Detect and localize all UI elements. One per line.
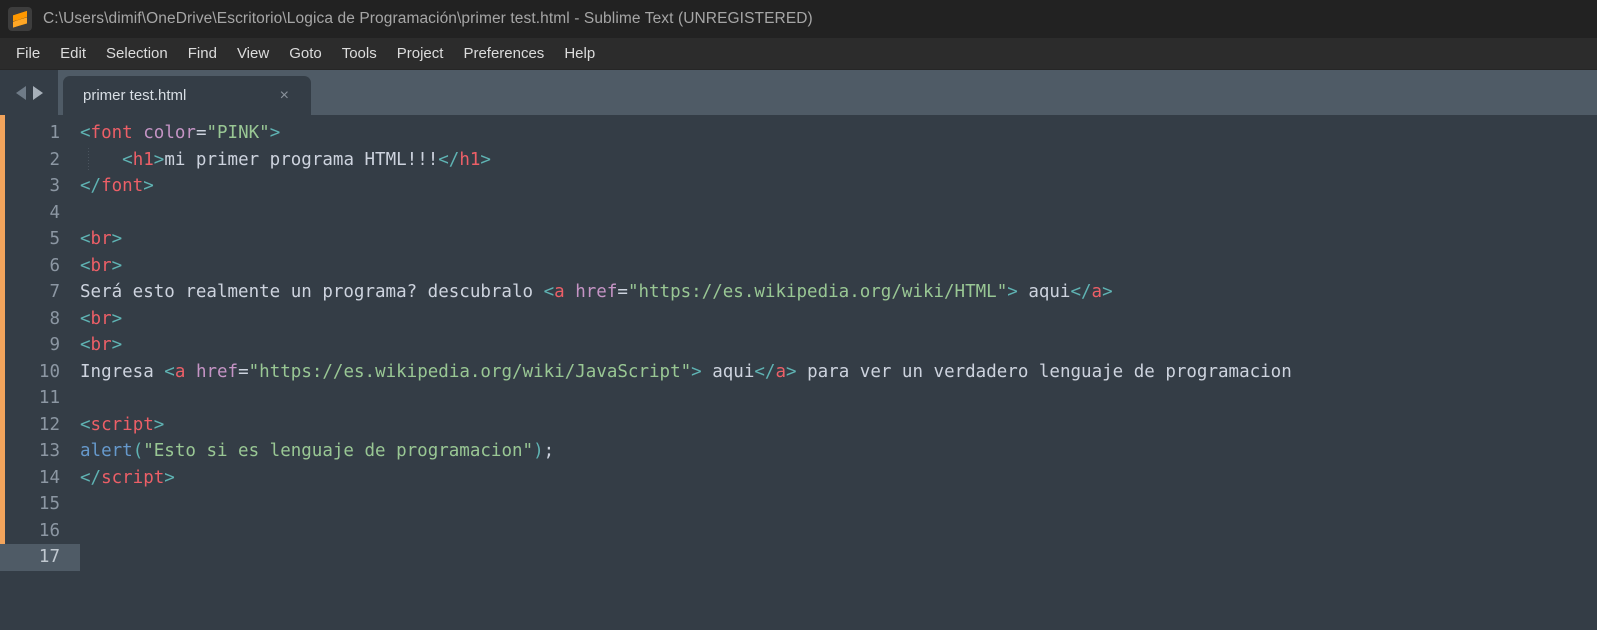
line-number: 15 xyxy=(38,494,60,514)
code-line[interactable]: 4 xyxy=(0,200,1597,227)
code-line[interactable]: 14 </script> xyxy=(0,465,1597,492)
line-number: 1 xyxy=(49,123,60,143)
line-number: 4 xyxy=(49,202,60,223)
code-line[interactable]: 11 xyxy=(0,385,1597,412)
line-content: </script> xyxy=(80,467,175,488)
menu-item-view[interactable]: View xyxy=(227,41,279,66)
sublime-text-logo-icon xyxy=(8,7,32,31)
menu-item-file[interactable]: File xyxy=(6,41,50,66)
line-number: 5 xyxy=(49,229,60,249)
line-content: <br> xyxy=(80,335,123,355)
tab-navigation xyxy=(0,70,58,115)
line-content: <font color="PINK"> xyxy=(80,123,281,143)
menu-item-tools[interactable]: Tools xyxy=(332,41,387,66)
line-number: 11 xyxy=(38,388,60,408)
code-line[interactable]: 3 </font> xyxy=(0,173,1597,200)
title-bar: C:\Users\dimif\OneDrive\Escritorio\Logic… xyxy=(0,0,1597,38)
menu-item-selection[interactable]: Selection xyxy=(96,41,178,66)
code-line[interactable]: 10 Ingresa <a href="https://es.wikipedia… xyxy=(0,359,1597,386)
line-content xyxy=(80,385,1597,412)
menu-item-find[interactable]: Find xyxy=(178,41,227,66)
code-line[interactable]: 12 <script> xyxy=(0,412,1597,439)
line-content xyxy=(80,544,1597,571)
code-line[interactable]: 7 Será esto realmente un programa? descu… xyxy=(0,279,1597,306)
line-content: <br> xyxy=(80,229,123,249)
line-content xyxy=(80,518,1597,545)
tab-primer-test-html[interactable]: primer test.html × xyxy=(63,76,311,115)
tab-bar: primer test.html × xyxy=(0,70,1597,115)
menu-bar: File Edit Selection Find View Goto Tools… xyxy=(0,38,1597,70)
code-line[interactable]: 13 alert("Esto si es lenguaje de program… xyxy=(0,438,1597,465)
indent-guide xyxy=(88,147,89,172)
code-lines: 1 <font color="PINK"> 2 <h1>mi primer pr… xyxy=(0,115,1597,571)
code-editor[interactable]: 1 <font color="PINK"> 2 <h1>mi primer pr… xyxy=(0,115,1597,630)
code-line[interactable]: 16 xyxy=(0,518,1597,545)
menu-item-project[interactable]: Project xyxy=(387,41,454,66)
code-line[interactable]: 1 <font color="PINK"> xyxy=(0,120,1597,147)
tab-label: primer test.html xyxy=(83,87,187,104)
line-number: 10 xyxy=(38,361,60,382)
line-number: 6 xyxy=(49,255,60,276)
line-number: 17 xyxy=(0,544,80,571)
line-number: 14 xyxy=(38,467,60,488)
line-number: 8 xyxy=(49,308,60,329)
line-content: <br> xyxy=(80,255,123,276)
line-content xyxy=(80,200,1597,227)
line-content: Ingresa <a href="https://es.wikipedia.or… xyxy=(80,361,1292,382)
line-content xyxy=(80,491,1597,518)
line-number: 12 xyxy=(38,414,60,435)
code-line[interactable]: 15 xyxy=(0,491,1597,518)
code-line[interactable]: 5 <br> xyxy=(0,226,1597,253)
line-number: 3 xyxy=(49,176,60,196)
line-content: alert("Esto si es lenguaje de programaci… xyxy=(80,441,555,461)
code-line[interactable]: 6 <br> xyxy=(0,253,1597,280)
line-number: 16 xyxy=(38,520,60,541)
line-content: <br> xyxy=(80,308,123,329)
line-number: 9 xyxy=(49,335,60,355)
line-content: Será esto realmente un programa? descubr… xyxy=(80,282,1113,302)
window-title: C:\Users\dimif\OneDrive\Escritorio\Logic… xyxy=(43,10,813,27)
close-icon[interactable]: × xyxy=(270,87,311,104)
line-content: <h1>mi primer programa HTML!!!</h1> xyxy=(80,147,1597,174)
code-line-active[interactable]: 17 xyxy=(0,544,1597,571)
menu-item-preferences[interactable]: Preferences xyxy=(453,41,554,66)
arrow-right-icon[interactable] xyxy=(32,85,43,100)
code-line[interactable]: 8 <br> xyxy=(0,306,1597,333)
line-number: 13 xyxy=(38,441,60,461)
line-content: <script> xyxy=(80,414,165,435)
menu-item-goto[interactable]: Goto xyxy=(279,41,332,66)
line-number: 7 xyxy=(49,282,60,302)
code-line[interactable]: 9 <br> xyxy=(0,332,1597,359)
code-line[interactable]: 2 <h1>mi primer programa HTML!!!</h1> xyxy=(0,147,1597,174)
arrow-left-icon[interactable] xyxy=(15,85,26,100)
line-number: 2 xyxy=(49,149,60,170)
menu-item-help[interactable]: Help xyxy=(554,41,605,66)
line-content: </font> xyxy=(80,176,154,196)
menu-item-edit[interactable]: Edit xyxy=(50,41,96,66)
